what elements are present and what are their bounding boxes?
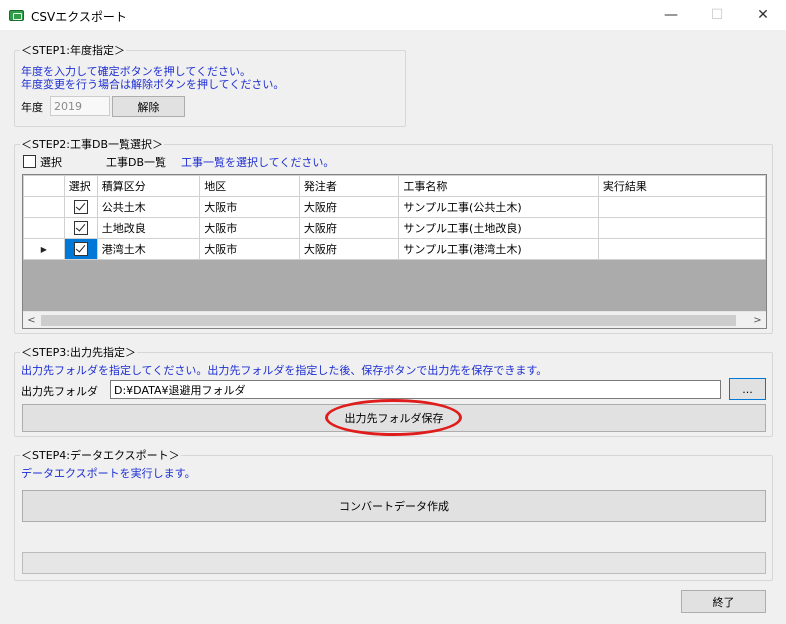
convert-data-button[interactable]: コンバートデータ作成 [22,490,766,522]
cell-category[interactable]: 土地改良 [96,217,201,239]
table-row[interactable]: 公共土木 大阪市 大阪府 サンプル工事(公共土木) [23,196,766,218]
maximize-button[interactable]: ☐ [694,0,740,30]
table-row[interactable]: 土地改良 大阪市 大阪府 サンプル工事(土地改良) [23,217,766,239]
step1-label: ＜STEP1:年度指定＞ [20,42,126,58]
column-header-select[interactable]: 選択 [63,175,98,197]
browse-folder-button[interactable]: ... [729,378,766,400]
column-header-project-name[interactable]: 工事名称 [398,175,599,197]
csv-app-icon [9,10,24,21]
step1-instruction-line2: 年度変更を行う場合は解除ボタンを押してください。 [21,78,285,91]
cell-project-name[interactable]: サンプル工事(港湾土木) [398,238,599,260]
horizontal-scrollbar[interactable]: < > [23,311,766,328]
row-checkbox-cell[interactable] [63,217,98,239]
exit-button[interactable]: 終了 [681,590,766,613]
cell-result[interactable] [597,238,766,260]
row-header[interactable] [23,217,65,239]
column-header-category[interactable]: 積算区分 [96,175,201,197]
step3-instruction: 出力先フォルダを指定してください。出力先フォルダを指定した後、保存ボタンで出力先… [21,364,548,377]
minimize-button[interactable]: — [648,0,694,30]
cell-area[interactable]: 大阪市 [199,196,300,218]
grid-header-row: 選択 積算区分 地区 発注者 工事名称 実行結果 [23,175,766,197]
row-checkbox-cell[interactable] [63,196,98,218]
select-all-checkbox[interactable] [23,155,36,168]
column-header-result[interactable]: 実行結果 [597,175,766,197]
row-header-corner [23,175,65,197]
highlight-annotation-oval [325,399,462,436]
column-header-area[interactable]: 地区 [199,175,300,197]
cell-area[interactable]: 大阪市 [199,238,300,260]
cell-category[interactable]: 公共土木 [96,196,201,218]
step4-instruction: データエクスポートを実行します。 [21,467,196,480]
step2-instruction: 工事一覧を選択してください。 [181,156,335,169]
db-list-label: 工事DB一覧 [106,156,167,169]
cell-result[interactable] [597,196,766,218]
export-progress-bar [22,552,766,574]
db-list-table: 選択 積算区分 地区 発注者 工事名称 実行結果 公共土木 大阪市 大阪府 サン… [23,175,766,260]
row-header[interactable] [23,196,65,218]
close-button[interactable]: ✕ [740,0,786,30]
step2-label: ＜STEP2:工事DB一覧選択＞ [20,136,165,152]
select-all-label: 選択 [40,156,62,169]
row-checkbox[interactable] [73,242,88,256]
cell-area[interactable]: 大阪市 [199,217,300,239]
row-checkbox[interactable] [73,200,88,214]
table-row[interactable]: ▶ 港湾土木 大阪市 大阪府 サンプル工事(港湾土木) [23,238,766,260]
cell-project-name[interactable]: サンプル工事(公共土木) [398,196,599,218]
row-checkbox-cell[interactable] [63,238,98,260]
release-button[interactable]: 解除 [112,96,185,117]
year-label: 年度 [21,101,43,114]
row-checkbox[interactable] [73,221,88,235]
column-header-client[interactable]: 発注者 [298,175,400,197]
scroll-right-button[interactable]: > [749,312,766,328]
db-list-grid[interactable]: 選択 積算区分 地区 発注者 工事名称 実行結果 公共土木 大阪市 大阪府 サン… [22,174,767,329]
scroll-left-button[interactable]: < [23,312,40,328]
scroll-thumb[interactable] [41,315,736,326]
cell-client[interactable]: 大阪府 [298,238,400,260]
step3-label: ＜STEP3:出力先指定＞ [20,344,137,360]
cell-client[interactable]: 大阪府 [298,217,400,239]
current-row-indicator[interactable]: ▶ [23,238,65,260]
cell-category[interactable]: 港湾土木 [96,238,201,260]
cell-project-name[interactable]: サンプル工事(土地改良) [398,217,599,239]
year-input[interactable]: 2019 [50,96,110,116]
window-title: CSVエクスポート [31,10,127,24]
cell-result[interactable] [597,217,766,239]
cell-client[interactable]: 大阪府 [298,196,400,218]
output-folder-label: 出力先フォルダ [21,385,98,398]
title-bar: CSVエクスポート — ☐ ✕ [0,0,786,30]
output-folder-input[interactable]: D:¥DATA¥退避用フォルダ [110,380,721,399]
step4-label: ＜STEP4:データエクスポート＞ [20,447,181,463]
